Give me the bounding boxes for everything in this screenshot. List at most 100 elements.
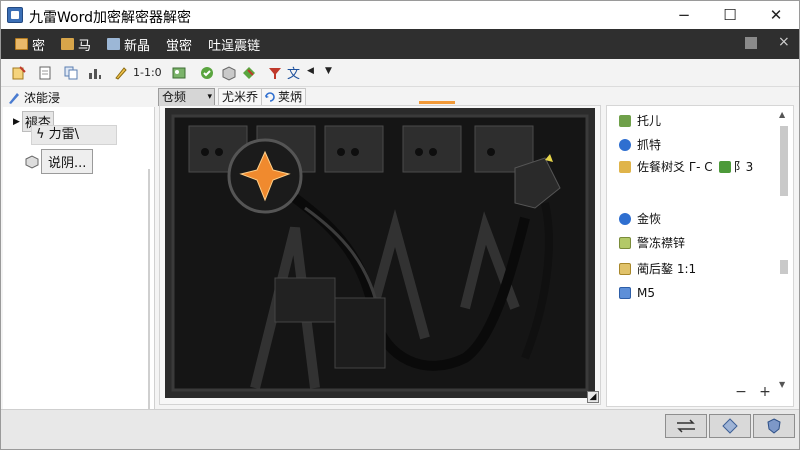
prev-arrow-icon[interactable]: ◀ [307,66,314,76]
scroll-up-icon[interactable]: ▲ [779,110,785,119]
folder-icon [619,160,631,173]
image-icon[interactable] [171,65,187,81]
property-item[interactable]: 抓特 [619,136,661,153]
segment-a-button[interactable]: 尤米乔 [218,88,263,106]
range-label: 1-1:0 [133,66,162,79]
gear-icon [619,138,631,151]
minimize-button[interactable]: − [661,1,707,29]
property-item[interactable]: 托儿 [619,112,661,129]
title-bar: 九雷Word加密解密器解密 − ☐ ✕ [1,1,799,29]
menu-item-label: 密 [32,38,46,54]
menu-item-horse[interactable]: 马 [53,29,99,59]
copy-icon[interactable] [63,65,79,81]
tree-node-label: 说阴... [41,149,94,174]
file-tree: ▶ 褪杏 ϟ 力雷\ 说阴... [3,107,155,409]
pencil-icon [9,92,19,104]
menu-item-chain[interactable]: 吐逞震链 [200,29,268,59]
segment-b-label: 荚炳 [278,90,303,104]
shield-button[interactable] [753,414,795,438]
scroll-thumb-secondary[interactable] [780,260,788,274]
swap-button[interactable] [665,414,707,438]
svg-text:文: 文 [287,67,300,81]
property-label: 警冻襟锌 [637,236,686,250]
document-icon [619,287,631,299]
tag-icon[interactable] [241,65,257,81]
property-item[interactable]: 佐餐树爻 Г- C 阝3 [619,158,753,175]
property-item[interactable]: M5 [619,286,655,300]
expand-arrow-icon[interactable]: ▶ [13,117,20,127]
menu-item-label: 蛍密 [166,38,193,54]
active-tab-indicator [419,101,455,104]
image-viewer[interactable] [159,105,601,405]
right-scrollbar[interactable]: ▲ ▼ [777,110,791,404]
restore-icon[interactable] [745,37,757,49]
property-icon [619,114,631,127]
scroll-thumb[interactable] [780,126,788,196]
property-label: 佐餐树爻 Г- C [637,160,713,174]
menu-item-secure[interactable]: 蛍密 [158,29,200,59]
resize-grip-icon[interactable]: ◢ [587,391,599,403]
box-icon[interactable] [221,65,237,81]
edit-icon[interactable] [113,65,129,81]
tree-node-1[interactable]: ϟ 力雷\ [31,125,117,145]
segment-b-button[interactable]: 荚炳 [261,88,307,106]
bolt-icon: ϟ [36,127,45,142]
property-item[interactable]: 警冻襟锌 [619,234,685,251]
scroll-down-icon[interactable]: ▼ [779,380,785,389]
app-logo-icon [7,7,23,23]
open-icon[interactable] [11,65,27,81]
folder-icon [61,38,75,50]
menubar-close-icon[interactable]: × [778,34,790,50]
chart-icon[interactable] [87,65,103,81]
note-icon [619,262,631,275]
properties-panel: 托儿 抓特 佐餐树爻 Г- C 阝3 金恢 警冻襟锌 蔺后鏊 1:1 M5 ▲ … [606,105,794,407]
menu-item-label: 新晶 [124,38,151,54]
package-icon [25,154,39,169]
tab-label: 浓能浸 [24,91,61,105]
tab-favorites[interactable]: 浓能浸 [7,89,60,106]
tree-node-label: 力雷\ [48,127,79,142]
left-scrollbar[interactable] [148,169,150,409]
toolbar: 1-1:0 文 ◀ ▼ [1,59,799,87]
note-icon [619,236,631,249]
shield-icon [767,418,781,434]
view-mode-value: 仓频 [162,90,187,104]
menu-item-encrypt[interactable]: 密 [7,29,53,59]
new-document-icon[interactable] [37,65,53,81]
property-label: 金恢 [637,212,662,226]
property-label: 抓特 [637,138,662,152]
close-button[interactable]: ✕ [753,1,799,29]
cube-icon [718,160,731,173]
menu-item-label: 马 [78,38,92,54]
refresh-icon [265,92,275,102]
diamond-icon [722,418,738,434]
filter-icon[interactable] [267,65,283,81]
menu-bar: 密 马 新晶 蛍密 吐逞震链 × [1,29,799,59]
window-title: 九雷Word加密解密器解密 [29,10,191,26]
property-label: 托儿 [637,114,662,128]
globe-icon [619,212,631,225]
app-window: 九雷Word加密解密器解密 − ☐ ✕ 密 马 新晶 蛍密 吐逞震链 × 1-1… [0,0,800,450]
preview-photo [165,108,595,398]
view-mode-select[interactable]: 仓频 ▾ [158,88,215,106]
menu-item-new[interactable]: 新晶 [99,29,158,59]
zoom-in-button[interactable]: + [753,385,777,401]
doc-icon [15,38,28,50]
swap-icon [677,419,695,433]
zoom-out-button[interactable]: − [729,385,753,401]
diamond-button[interactable] [709,414,751,438]
chevron-down-icon: ▾ [207,92,212,102]
view-toolbar: 浓能浸 仓频 ▾ 尤米乔 荚炳 [1,87,799,107]
property-label: 蔺后鏊 1:1 [637,262,697,276]
check-icon[interactable] [199,65,215,81]
property-label: M5 [637,286,655,300]
property-item[interactable]: 金恢 [619,210,661,227]
dropdown-arrow-icon[interactable]: ▼ [325,66,332,76]
property-item[interactable]: 蔺后鏊 1:1 [619,260,696,277]
menu-item-label: 吐逞震链 [208,38,261,54]
tree-node-2[interactable]: 说阴... [25,149,94,174]
maximize-button[interactable]: ☐ [707,1,753,29]
text-icon[interactable]: 文 [285,65,301,81]
page-icon [107,38,121,50]
property-extra: 阝3 [733,160,754,174]
